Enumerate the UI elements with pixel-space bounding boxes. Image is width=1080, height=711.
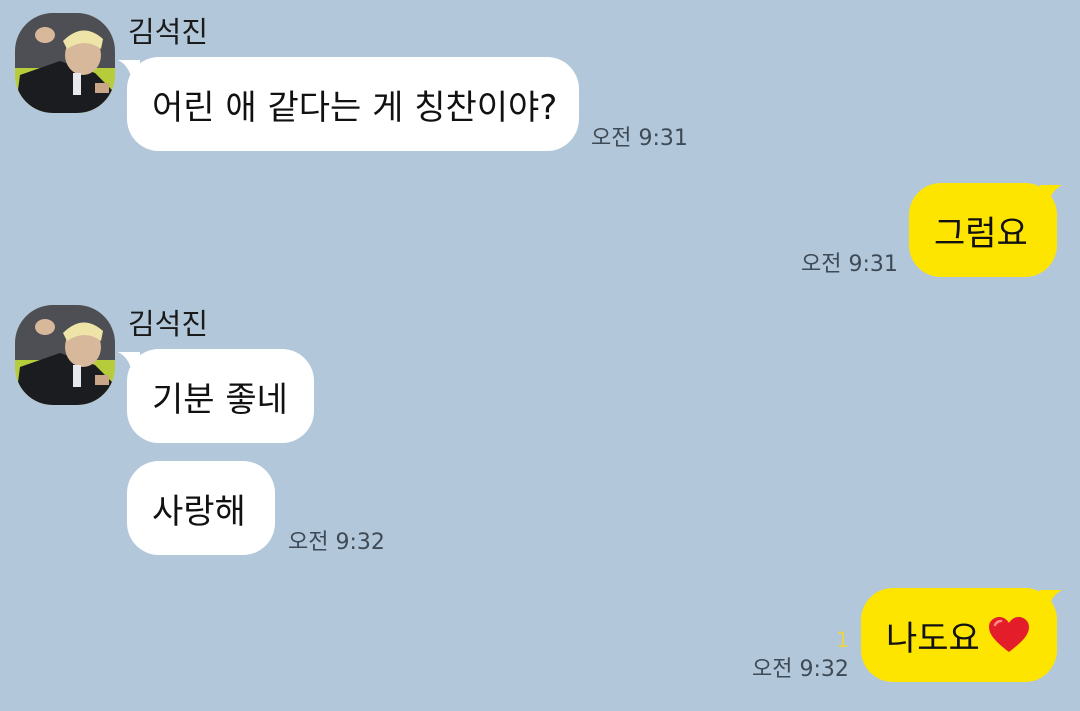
- sender-name: 김석진: [128, 307, 209, 341]
- message-bubble[interactable]: 기분 좋네: [127, 349, 314, 443]
- message-time: 오전 9:32: [288, 530, 385, 555]
- avatar[interactable]: [15, 13, 115, 113]
- message-text: 사랑해: [152, 491, 246, 532]
- message-bubble[interactable]: 어린 애 같다는 게 칭찬이야?: [127, 57, 579, 151]
- avatar[interactable]: [15, 305, 115, 405]
- message-text: 어린 애 같다는 게 칭찬이야?: [152, 87, 558, 128]
- message-text: 그럼요: [934, 213, 1028, 254]
- heart-icon: [988, 617, 1029, 652]
- message-time: 오전 9:32: [752, 657, 849, 682]
- message-text: 기분 좋네: [152, 379, 288, 420]
- unread-count: 1: [836, 628, 850, 652]
- message-time: 오전 9:31: [801, 252, 898, 277]
- message-bubble[interactable]: 사랑해: [127, 461, 275, 555]
- message-bubble[interactable]: 나도요: [861, 588, 1057, 682]
- message-bubble[interactable]: 그럼요: [909, 183, 1057, 277]
- message-text: 나도요: [886, 618, 980, 659]
- message-time: 오전 9:31: [591, 126, 688, 151]
- sender-name: 김석진: [128, 15, 209, 49]
